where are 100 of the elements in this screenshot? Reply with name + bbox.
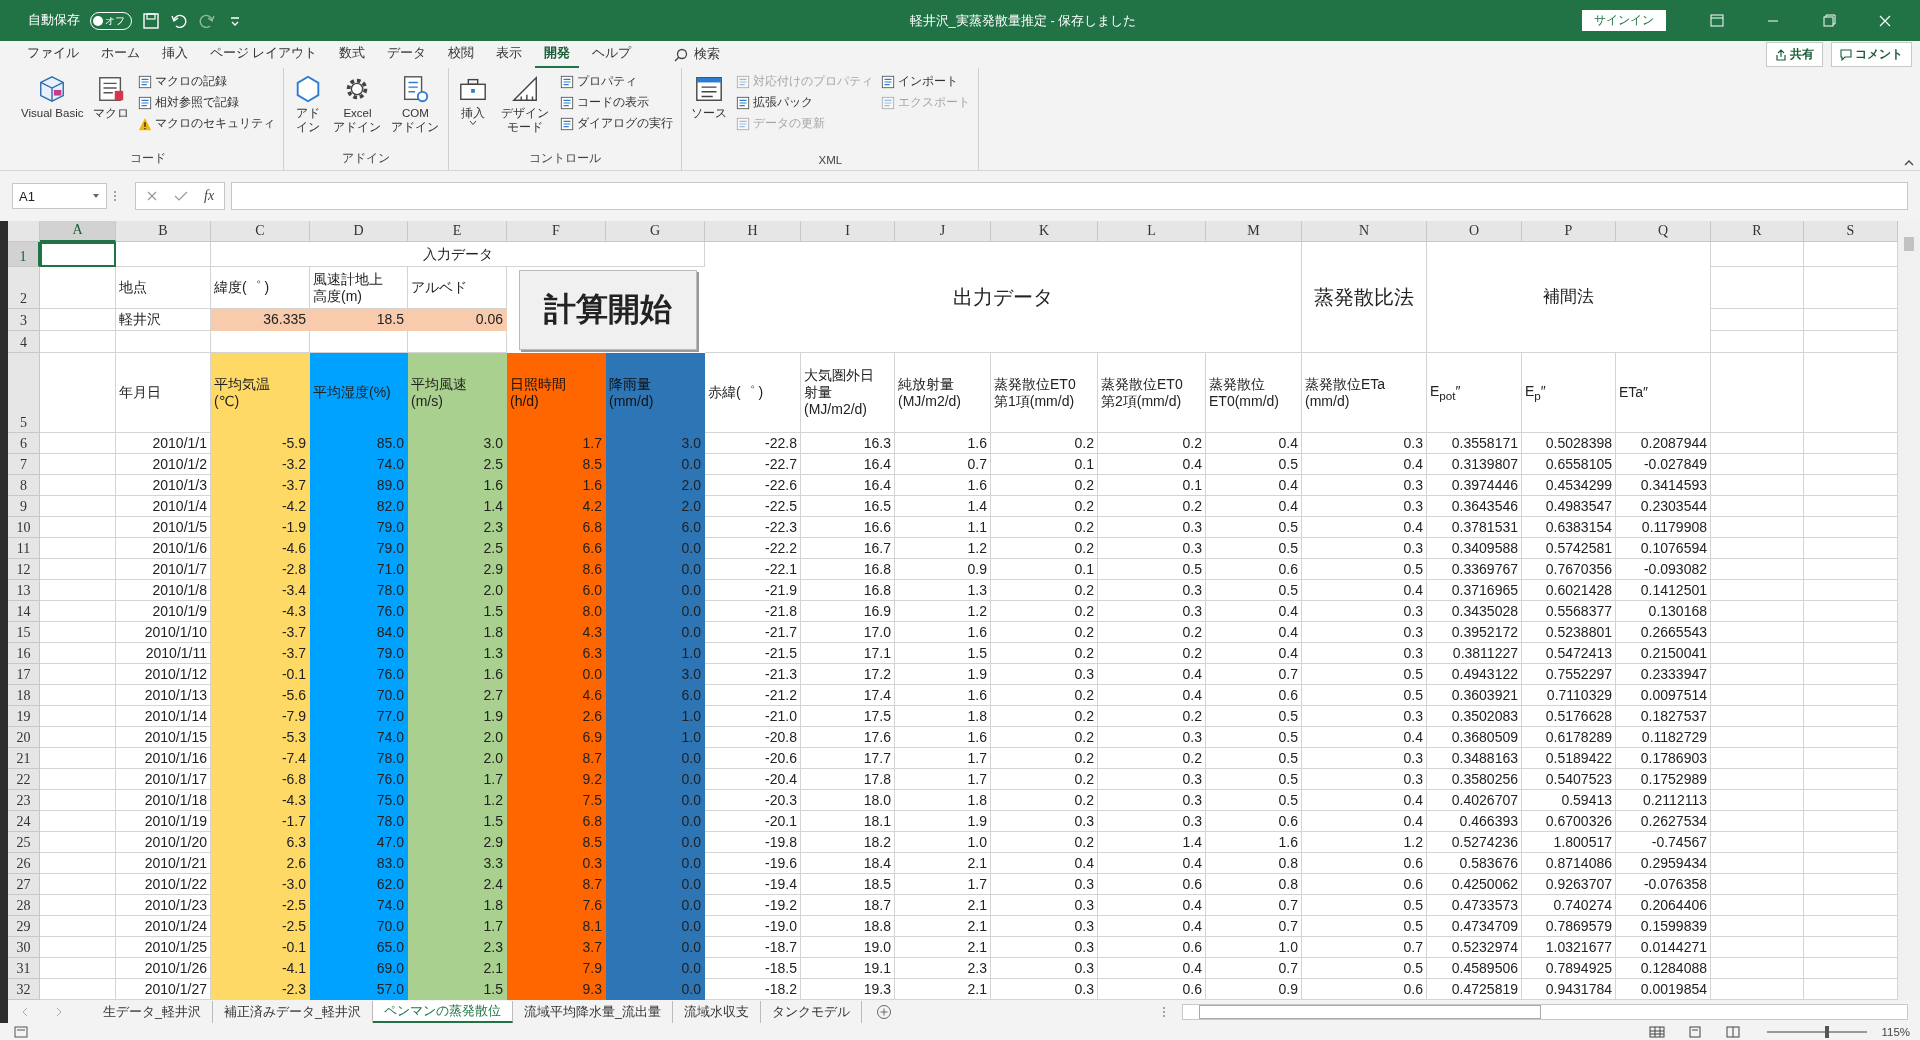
column-header[interactable]: N [1302,221,1427,242]
ribbon-button[interactable]: アドイン [290,72,327,137]
ribbon-button[interactable]: デザインモード [495,72,555,137]
column-header[interactable]: B [116,221,211,242]
row-header[interactable]: 10 [8,517,40,538]
row-header[interactable]: 30 [8,937,40,958]
column-header[interactable]: L [1098,221,1206,242]
table-cell: 0.4 [1302,517,1427,538]
row-header[interactable]: 26 [8,853,40,874]
ribbon-tab[interactable]: ホーム [92,41,149,68]
row-header[interactable]: 14 [8,601,40,622]
ribbon-button[interactable]: Visual Basic [18,72,87,123]
start-button[interactable]: 計算開始 [519,270,697,350]
column-header[interactable]: O [1427,221,1522,242]
row-header[interactable]: 9 [8,496,40,517]
ribbon-button[interactable]: プロパティ [558,72,676,91]
row-header[interactable]: 20 [8,727,40,748]
row-header[interactable]: 13 [8,580,40,601]
ribbon-tab[interactable]: ファイル [18,41,88,68]
ribbon-tab[interactable]: データ [378,41,436,68]
column-header[interactable]: E [408,221,507,242]
column-header[interactable]: P [1522,221,1616,242]
table-cell: 0.2 [991,706,1098,727]
ribbon-tab[interactable]: ページ レイアウト [201,41,327,68]
row-header[interactable]: 32 [8,979,40,1000]
ribbon-button[interactable]: ソース [688,72,731,123]
zoom-level[interactable]: 115% [1881,1026,1910,1038]
row-header[interactable]: 1 [8,242,40,267]
row-header[interactable]: 18 [8,685,40,706]
row-header[interactable]: 24 [8,811,40,832]
ribbon-tab[interactable]: ヘルプ [583,41,641,68]
column-header[interactable]: C [211,221,310,242]
ribbon-button[interactable]: ダイアログの実行 [558,114,676,133]
table-cell: 1.6 [408,475,507,496]
ribbon-button[interactable]: マクロ [90,72,133,123]
column-header[interactable]: I [801,221,895,242]
insert-function-button[interactable]: fx [204,188,215,204]
row-header[interactable]: 25 [8,832,40,853]
ribbon-tab[interactable]: 開発 [535,41,580,68]
row-header[interactable]: 31 [8,958,40,979]
ribbon-button[interactable]: コードの表示 [558,93,676,112]
row-header[interactable]: 23 [8,790,40,811]
table-cell: 9.3 [507,979,606,1000]
sheet-tab[interactable]: 流域平均降水量_流出量 [512,1000,673,1023]
column-header[interactable]: H [705,221,801,242]
ribbon-tab[interactable]: 挿入 [153,41,197,68]
row-header[interactable]: 5 [8,353,40,433]
ribbon-button[interactable]: COM アドイン [388,72,443,137]
sheet-tab[interactable]: 流域水収支 [672,1000,761,1023]
share-button[interactable]: 共有 [1766,42,1823,67]
column-header[interactable]: R [1711,221,1804,242]
ribbon-button[interactable]: マクロのセキュリティ [136,114,278,133]
row-header[interactable]: 29 [8,916,40,937]
comment-button[interactable]: コメント [1831,42,1912,67]
row-header[interactable]: 3 [8,309,40,331]
table-cell: -21.7 [705,622,801,643]
sheet-tab[interactable]: ペンマンの蒸発散位 [372,1000,513,1023]
signin-button[interactable]: サインイン [1582,10,1666,31]
row-header[interactable]: 7 [8,454,40,475]
search-label[interactable]: 検索 [694,46,721,63]
sheet-tab[interactable]: 補正済みデータ_軽井沢 [212,1000,373,1023]
row-header[interactable]: 11 [8,538,40,559]
ribbon-tab[interactable]: 数式 [330,41,375,68]
row-header[interactable]: 21 [8,748,40,769]
column-header[interactable]: F [507,221,606,242]
table-cell: -0.093082 [1616,559,1711,580]
row-header[interactable]: 28 [8,895,40,916]
sheet-tab[interactable]: タンクモデル [760,1000,862,1023]
row-header[interactable]: 19 [8,706,40,727]
column-header[interactable]: A [40,221,116,242]
row-header[interactable]: 8 [8,475,40,496]
row-header[interactable]: 27 [8,874,40,895]
name-box[interactable]: A1 [12,183,107,209]
ribbon-button[interactable]: 挿入 [455,72,492,129]
column-heading: 平均湿度(%) [310,353,408,433]
ribbon-tab[interactable]: 表示 [487,41,532,68]
column-header[interactable]: Q [1616,221,1711,242]
column-header[interactable]: D [310,221,408,242]
ribbon-button[interactable]: インポート [879,72,973,91]
ribbon-tab[interactable]: 校閲 [439,41,484,68]
row-header[interactable]: 2 [8,267,40,309]
row-header[interactable]: 16 [8,643,40,664]
row-header[interactable]: 17 [8,664,40,685]
column-header[interactable]: S [1804,221,1898,242]
ribbon-button[interactable]: 相対参照で記録 [136,93,278,112]
ribbon-button[interactable]: Excel アドイン [330,72,385,137]
column-header[interactable]: M [1206,221,1302,242]
column-header[interactable]: G [606,221,705,242]
row-header[interactable]: 4 [8,331,40,353]
ribbon-button[interactable]: 拡張パック [734,93,876,112]
table-cell: 0.0 [606,769,705,790]
ribbon-button[interactable]: マクロの記録 [136,72,278,91]
column-header[interactable]: J [895,221,991,242]
table-cell: 0.3558171 [1427,433,1522,454]
sheet-tab[interactable]: 生データ_軽井沢 [92,1000,213,1023]
row-header[interactable]: 6 [8,433,40,454]
column-header[interactable]: K [991,221,1098,242]
row-header[interactable]: 15 [8,622,40,643]
row-header[interactable]: 22 [8,769,40,790]
row-header[interactable]: 12 [8,559,40,580]
